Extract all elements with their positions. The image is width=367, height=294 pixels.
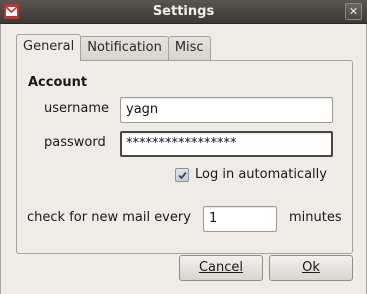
auto-login-checkbox[interactable] bbox=[175, 168, 189, 182]
settings-dialog: General Notification Misc Account userna… bbox=[0, 24, 367, 294]
cancel-button[interactable]: Cancel bbox=[179, 255, 263, 281]
close-icon[interactable]: ✕ bbox=[345, 3, 362, 20]
auto-login-label[interactable]: Log in automatically bbox=[195, 167, 327, 182]
ok-button[interactable]: Ok bbox=[269, 255, 353, 281]
username-label: username bbox=[44, 101, 109, 116]
cancel-button-label: Cancel bbox=[198, 260, 244, 275]
general-panel: Account username yagn password *********… bbox=[16, 60, 353, 254]
tab-general[interactable]: General bbox=[16, 34, 82, 61]
account-heading: Account bbox=[28, 75, 88, 90]
ok-button-label: Ok bbox=[302, 260, 320, 275]
mail-interval-field[interactable]: 1 bbox=[203, 206, 277, 232]
tab-misc[interactable]: Misc bbox=[167, 36, 211, 60]
tab-general-label: General bbox=[23, 39, 75, 54]
tab-misc-label: Misc bbox=[174, 40, 204, 55]
password-field[interactable]: ***************** bbox=[120, 131, 333, 157]
tab-notification-label: Notification bbox=[87, 40, 162, 55]
tab-notification[interactable]: Notification bbox=[80, 36, 169, 60]
password-label: password bbox=[44, 135, 106, 150]
title-bar[interactable]: Settings ✕ bbox=[0, 0, 367, 24]
mail-check-label: check for new mail every bbox=[27, 210, 191, 225]
minutes-label: minutes bbox=[289, 210, 342, 225]
tab-bar: General Notification Misc bbox=[16, 34, 211, 61]
checkmark-icon bbox=[178, 171, 187, 180]
window-title: Settings bbox=[152, 4, 215, 19]
username-field[interactable]: yagn bbox=[120, 97, 333, 123]
